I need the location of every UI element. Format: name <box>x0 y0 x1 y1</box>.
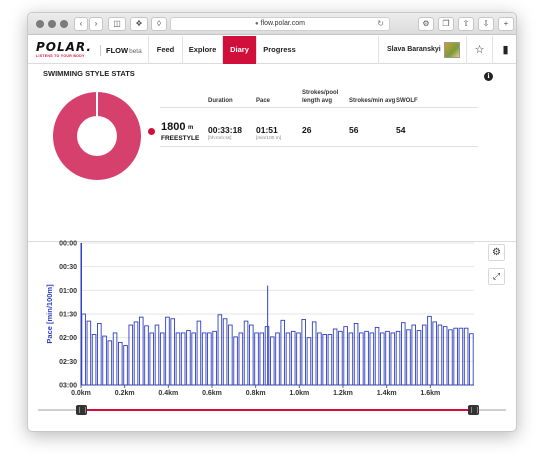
y-tick-label: 00:30 <box>59 264 77 271</box>
pace-bar <box>228 324 233 386</box>
pace-bar <box>369 332 375 386</box>
pace-bar <box>374 326 380 386</box>
pace-bar <box>191 332 196 386</box>
pace-bar <box>327 334 333 386</box>
pace-bar <box>217 314 223 386</box>
pace-bar <box>421 324 427 386</box>
pace-bar <box>380 332 385 386</box>
pace-bar <box>427 315 432 386</box>
y-tick-label: 00:00 <box>59 241 77 248</box>
pace-bar <box>144 325 149 386</box>
x-tick-label: 0.6km <box>202 390 222 397</box>
pace-bar <box>97 323 102 386</box>
y-tick-label: 01:30 <box>59 312 77 319</box>
pace-bar <box>264 326 270 386</box>
pace-bar <box>201 332 207 386</box>
pace-bar <box>243 320 249 386</box>
pace-bar <box>416 330 422 386</box>
pace-bar <box>348 332 354 386</box>
pace-bar <box>175 332 181 386</box>
pace-bar <box>437 324 443 386</box>
x-tick-label: 0.0km <box>71 390 91 397</box>
pace-bar <box>290 330 296 386</box>
pace-bar <box>364 330 369 386</box>
pace-bar <box>128 324 134 386</box>
pace-bar <box>296 332 301 386</box>
expand-icon[interactable]: ⤢ <box>488 268 505 285</box>
pace-bar <box>322 334 327 386</box>
x-tick-label: 0.2km <box>115 390 135 397</box>
pace-bar <box>301 319 306 386</box>
pace-bar <box>212 330 217 386</box>
range-slider-left-handle[interactable] <box>76 405 87 415</box>
pace-bar <box>359 332 364 386</box>
pace-bar <box>238 332 244 386</box>
pace-bar <box>432 321 437 386</box>
y-tick-label: 03:00 <box>59 383 77 390</box>
pace-bar <box>385 330 390 386</box>
pace-bar <box>186 330 191 386</box>
pace-bar <box>180 332 186 386</box>
pace-bar <box>400 322 406 386</box>
pace-bar <box>317 332 322 386</box>
y-tick-label: 02:00 <box>59 335 77 342</box>
pace-bar <box>259 332 265 386</box>
x-tick-label: 1.0km <box>289 390 309 397</box>
y-axis-label: Pace [min/100m] <box>45 284 54 344</box>
pace-bar <box>123 345 128 386</box>
pace-bar <box>254 332 259 386</box>
pace-bar <box>107 340 113 386</box>
browser-window: ‹ › ◫ ❖ ◊ ● flow.polar.com ↻ ⚙ ❐ ⇧ ⇩ + PO… <box>27 12 517 432</box>
x-tick-label: 0.4km <box>158 390 178 397</box>
pace-bar <box>159 332 165 386</box>
pace-bar <box>285 332 291 386</box>
pace-bar <box>154 324 160 386</box>
pace-bar <box>453 327 458 386</box>
pace-bar <box>118 341 123 386</box>
pace-bar <box>338 330 343 386</box>
pace-bar <box>280 319 286 386</box>
range-slider-selection <box>84 409 474 411</box>
pace-bar <box>469 333 474 386</box>
pace-bar <box>170 318 175 386</box>
y-tick-label: 01:00 <box>59 288 77 295</box>
pace-bar <box>133 321 139 386</box>
x-tick-label: 1.2km <box>333 390 353 397</box>
pace-bar <box>222 318 228 386</box>
x-tick-label: 0.8km <box>246 390 266 397</box>
pace-bar <box>249 324 254 386</box>
pace-bar <box>353 323 359 386</box>
pace-bar <box>86 320 92 386</box>
pace-bar <box>411 324 417 386</box>
pace-chart: 00:00 00:30 01:00 01:30 02:00 02:30 03:00 Pace … <box>45 241 474 397</box>
pace-bar <box>458 327 464 386</box>
donut-divider <box>96 92 98 116</box>
y-tick-label: 02:30 <box>59 359 77 366</box>
pace-bar <box>311 321 317 386</box>
pace-bar <box>112 332 118 386</box>
pace-bar <box>207 332 212 386</box>
pace-bar <box>343 326 348 386</box>
pace-bar <box>138 316 144 386</box>
pace-bar <box>442 326 448 386</box>
pace-bar <box>81 313 86 386</box>
pace-bar <box>395 330 401 386</box>
x-tick-label: 1.4km <box>377 390 397 397</box>
pace-bar <box>149 332 155 386</box>
pace-bar <box>102 335 107 386</box>
pace-bar <box>275 332 280 386</box>
pace-bar <box>165 316 170 386</box>
pace-bar <box>91 334 97 386</box>
x-tick-label: 1.6km <box>420 390 440 397</box>
pace-bar <box>390 332 396 386</box>
pace-bar <box>196 320 202 386</box>
pace-bar <box>463 327 469 386</box>
gear-icon[interactable]: ⚙ <box>488 244 505 261</box>
range-slider-right-handle[interactable] <box>468 405 479 415</box>
